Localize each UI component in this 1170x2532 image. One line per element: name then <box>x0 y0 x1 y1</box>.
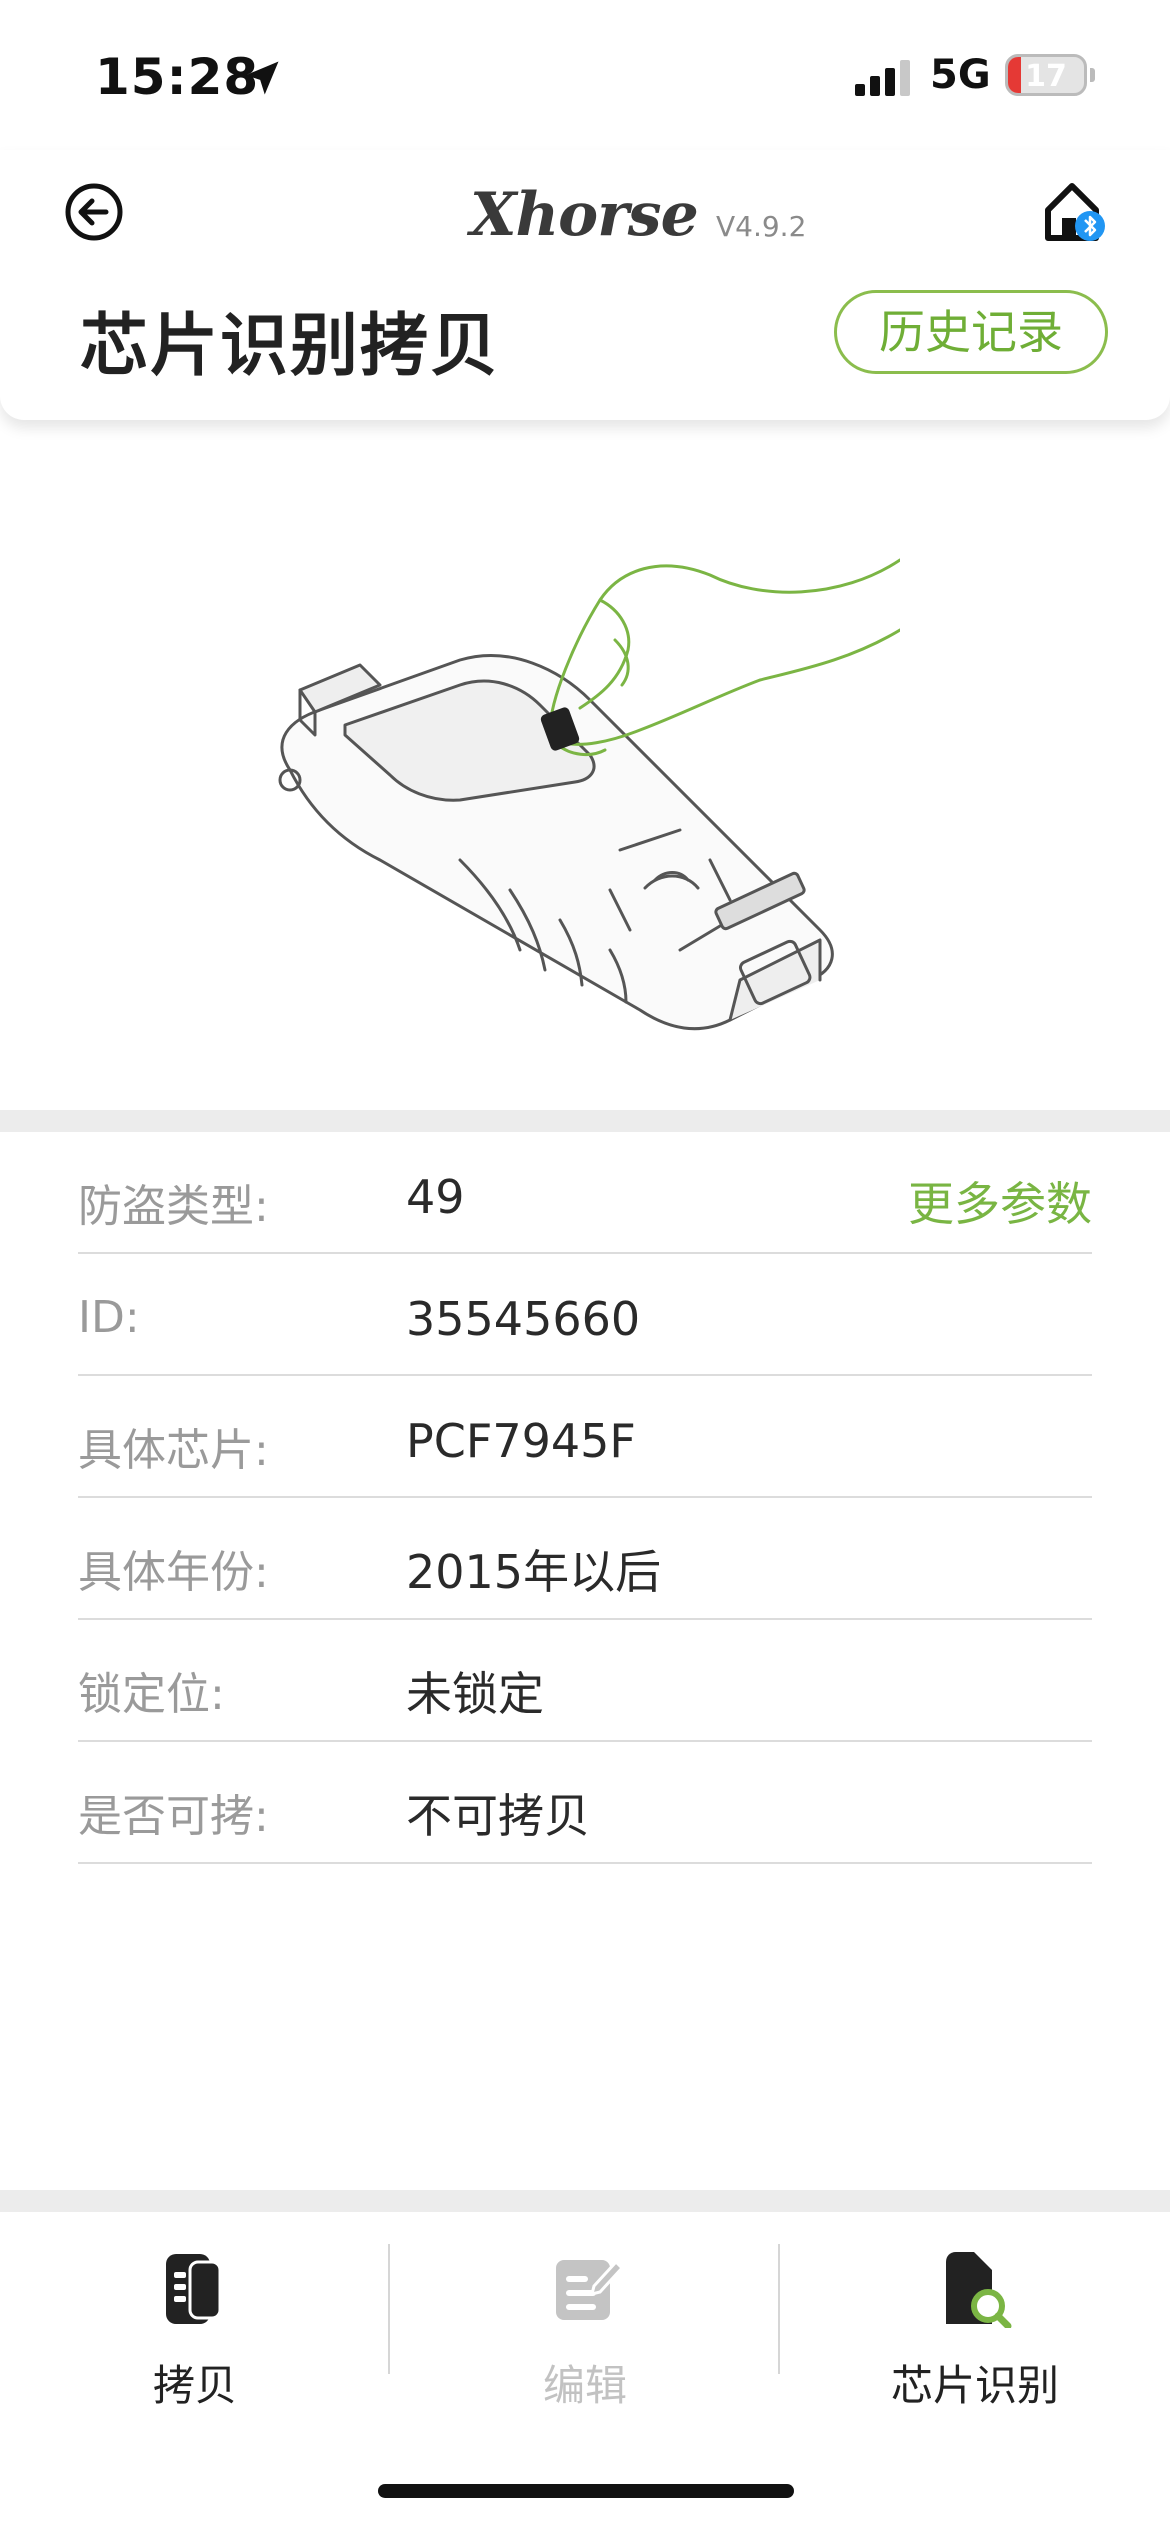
info-row-lock-bit: 锁定位: 未锁定 <box>78 1620 1092 1742</box>
nav-separator <box>0 2190 1170 2212</box>
section-separator <box>0 1110 1170 1132</box>
car-key-icon <box>166 2254 222 2324</box>
status-time: 15:28 <box>95 48 260 106</box>
device-illustration <box>0 420 1170 1110</box>
device-hand-chip-illustration <box>278 558 900 1031</box>
battery-icon: 17 <box>1005 54 1087 96</box>
edit-icon <box>556 2259 622 2320</box>
app-version: V4.9.2 <box>716 210 807 243</box>
battery-percent: 17 <box>1025 59 1067 94</box>
info-value: PCF7945F <box>406 1414 636 1468</box>
info-label: 具体年份: <box>78 1547 269 1598</box>
chip-info-list: 防盗类型: 49 更多参数 ID: 35545660 具体芯片: PCF7945… <box>78 1132 1092 1864</box>
more-params-link[interactable]: 更多参数 <box>908 1168 1092 1234</box>
info-value: 49 <box>406 1170 465 1224</box>
status-bar: 15:28 5G 17 <box>0 0 1170 150</box>
info-label: 是否可拷: <box>78 1791 269 1842</box>
info-value: 2015年以后 <box>406 1545 662 1599</box>
info-label: 具体芯片: <box>78 1425 269 1476</box>
header: Xhorse V4.9.2 芯片识别拷贝 历史记录 <box>0 150 1170 420</box>
nav-label-edit: 编辑 <box>542 2361 627 2410</box>
nav-label-copy: 拷贝 <box>152 2361 237 2410</box>
logo-text: Xhorse <box>470 180 699 250</box>
info-value: 未锁定 <box>406 1667 544 1721</box>
nav-copy[interactable]: 拷贝 <box>0 2212 390 2412</box>
page-title: 芯片识别拷贝 <box>80 307 501 386</box>
info-row-immobilizer-type: 防盗类型: 49 更多参数 <box>78 1132 1092 1254</box>
nav-edit[interactable]: 编辑 <box>390 2212 780 2412</box>
info-label: 防盗类型: <box>78 1181 269 1232</box>
chip-search-icon <box>946 2252 1012 2328</box>
battery-cap <box>1090 68 1095 82</box>
info-row-chip: 具体芯片: PCF7945F <box>78 1376 1092 1498</box>
history-button[interactable]: 历史记录 <box>834 290 1108 374</box>
info-row-copyable: 是否可拷: 不可拷贝 <box>78 1742 1092 1864</box>
signal-bars-icon <box>855 60 910 96</box>
info-row-id: ID: 35545660 <box>78 1254 1092 1376</box>
xhorse-logo: Xhorse <box>470 180 699 260</box>
network-label: 5G <box>930 52 991 98</box>
home-bluetooth-icon[interactable] <box>1040 174 1110 246</box>
info-value: 35545660 <box>406 1292 641 1346</box>
nav-label-chip-identify: 芯片识别 <box>890 2361 1059 2410</box>
info-label: 锁定位: <box>78 1669 225 1720</box>
info-label: ID: <box>78 1292 140 1343</box>
nav-chip-identify[interactable]: 芯片识别 <box>780 2212 1170 2412</box>
info-row-year: 具体年份: 2015年以后 <box>78 1498 1092 1620</box>
back-arrow-icon[interactable] <box>62 180 126 244</box>
location-arrow-icon <box>245 61 279 95</box>
home-indicator <box>378 2484 794 2498</box>
info-value: 不可拷贝 <box>406 1789 590 1843</box>
